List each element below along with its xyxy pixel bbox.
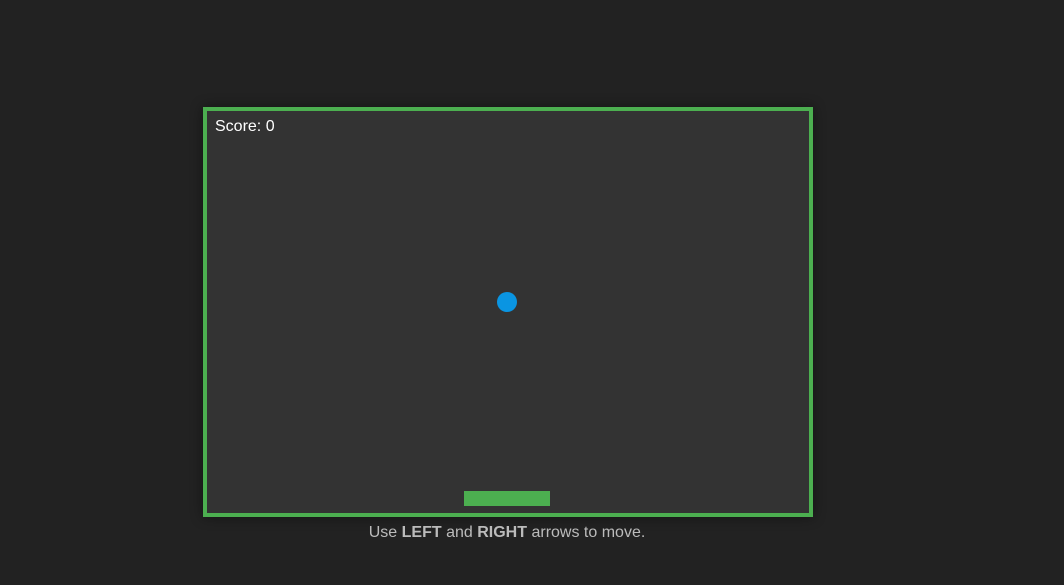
instructions-text: Use LEFT and RIGHT arrows to move. (0, 523, 1014, 543)
game-board[interactable]: Score: 0 (203, 107, 813, 517)
left-key-label: LEFT (401, 524, 442, 541)
instructions-conjunction: and (446, 524, 473, 541)
score-display: Score: 0 (215, 117, 275, 137)
score-value: 0 (265, 118, 275, 135)
instructions-suffix: arrows to move. (531, 524, 646, 541)
ball (497, 292, 517, 312)
score-label: Score: (215, 118, 262, 135)
paddle (464, 491, 550, 506)
page: Score: 0 Use LEFT and RIGHT arrows to mo… (0, 0, 1064, 585)
right-key-label: RIGHT (477, 524, 528, 541)
instructions-prefix: Use (368, 524, 398, 541)
